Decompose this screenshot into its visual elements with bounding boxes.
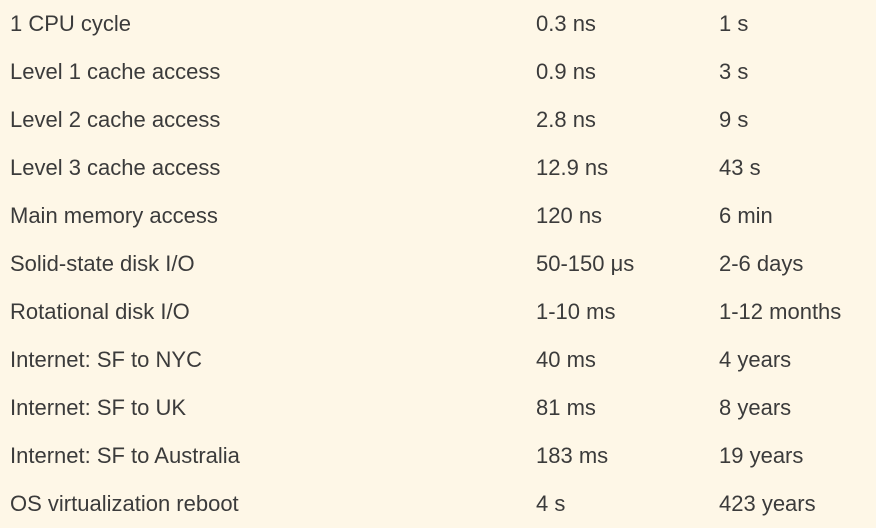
operation-cell: Internet: SF to NYC — [10, 347, 202, 372]
operation-cell: Internet: SF to UK — [10, 395, 187, 420]
operation-cell: Rotational disk I/O — [10, 299, 190, 324]
operation-cell: Solid-state disk I/O — [10, 251, 195, 276]
latency-cell: 0.9 ns — [536, 59, 596, 84]
table-row: OS virtualization reboot 4 s 423 years — [0, 480, 876, 528]
latency-cell: 12.9 ns — [536, 155, 609, 180]
latency-cell: 2.8 ns — [536, 107, 596, 132]
scaled-time-cell: 423 years — [719, 491, 816, 516]
latency-cell: 1-10 ms — [536, 299, 616, 324]
latency-cell: 40 ms — [536, 347, 596, 372]
table-row: Level 1 cache access 0.9 ns 3 s — [0, 48, 876, 96]
operation-cell: Internet: SF to Australia — [10, 443, 240, 468]
scaled-time-cell: 9 s — [719, 107, 749, 132]
table-row: Level 2 cache access 2.8 ns 9 s — [0, 96, 876, 144]
latency-cell: 183 ms — [536, 443, 609, 468]
table-row: 1 CPU cycle 0.3 ns 1 s — [0, 0, 876, 48]
scaled-time-cell: 19 years — [719, 443, 804, 468]
operation-cell: OS virtualization reboot — [10, 491, 239, 516]
table-row: Internet: SF to UK 81 ms 8 years — [0, 384, 876, 432]
scaled-time-cell: 4 years — [719, 347, 792, 372]
scaled-time-cell: 3 s — [719, 59, 749, 84]
latency-cell: 120 ns — [536, 203, 603, 228]
latency-cell: 0.3 ns — [536, 11, 596, 36]
scaled-time-cell: 2-6 days — [719, 251, 804, 276]
scaled-time-cell: 43 s — [719, 155, 761, 180]
operation-cell: Main memory access — [10, 203, 218, 228]
operation-cell: 1 CPU cycle — [10, 11, 132, 36]
scaled-time-cell: 6 min — [719, 203, 773, 228]
latency-cell: 4 s — [536, 491, 566, 516]
latency-cell: 81 ms — [536, 395, 596, 420]
table-row: Solid-state disk I/O 50-150 μs 2-6 days — [0, 240, 876, 288]
scaled-time-cell: 1-12 months — [719, 299, 842, 324]
table-row: Rotational disk I/O 1-10 ms 1-12 months — [0, 288, 876, 336]
operation-cell: Level 2 cache access — [10, 107, 221, 132]
scaled-time-cell: 8 years — [719, 395, 792, 420]
table-row: Level 3 cache access 12.9 ns 43 s — [0, 144, 876, 192]
latency-cell: 50-150 μs — [536, 251, 635, 276]
table-row: Internet: SF to Australia 183 ms 19 year… — [0, 432, 876, 480]
latency-table: 1 CPU cycle 0.3 ns 1 s Level 1 cache acc… — [0, 0, 876, 528]
operation-cell: Level 1 cache access — [10, 59, 221, 84]
table-row: Internet: SF to NYC 40 ms 4 years — [0, 336, 876, 384]
scaled-time-cell: 1 s — [719, 11, 749, 36]
table-row: Main memory access 120 ns 6 min — [0, 192, 876, 240]
operation-cell: Level 3 cache access — [10, 155, 221, 180]
